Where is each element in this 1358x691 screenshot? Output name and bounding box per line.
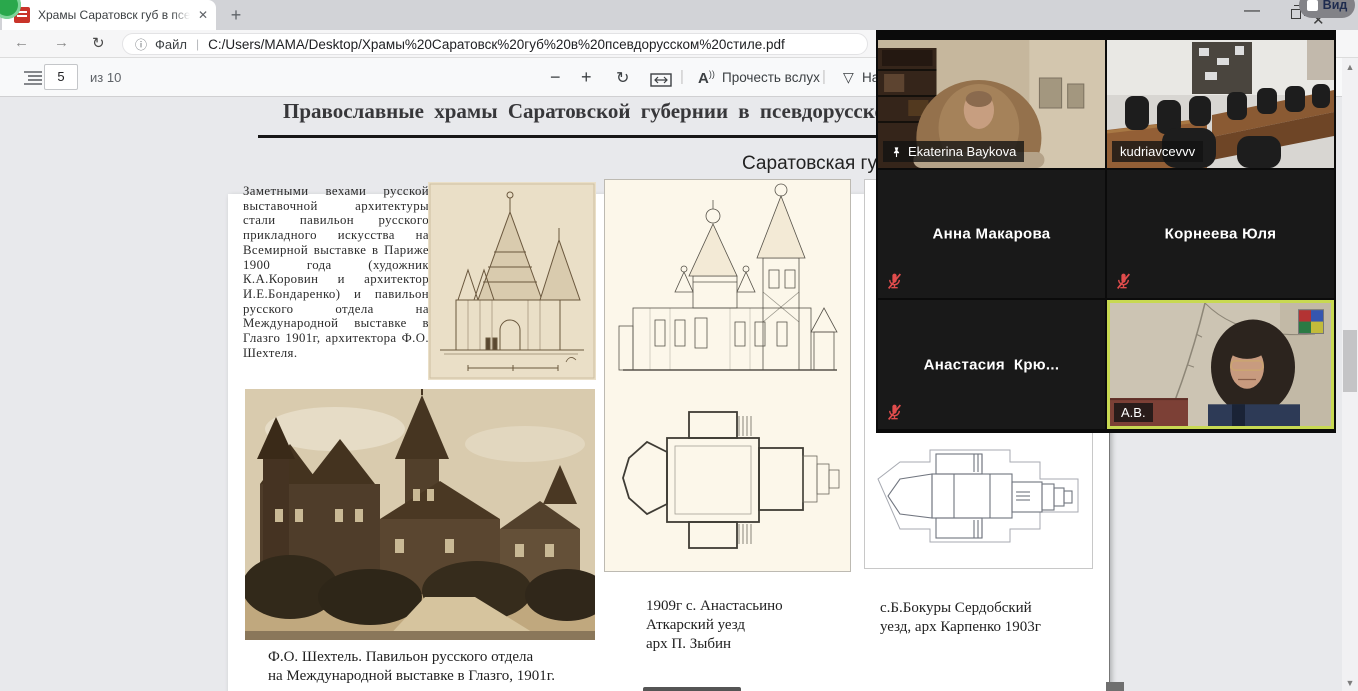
page-number-input[interactable]: 5 <box>44 64 78 90</box>
participant-name: Анастасия Крю... <box>924 356 1060 373</box>
draw-icon[interactable]: ▽ <box>843 69 854 86</box>
caption-line: на Международной выставке в Глазго, 1901… <box>268 667 555 686</box>
participant-tile-av-active-speaker[interactable]: А.В. <box>1107 300 1334 429</box>
address-separator: | <box>196 37 199 51</box>
participant-tile-kudriavcevvv[interactable]: kudriavcevvv <box>1107 40 1334 168</box>
view-layout-icon <box>1307 0 1318 11</box>
church-sketch-image <box>428 182 596 380</box>
forward-icon[interactable]: → <box>54 34 69 51</box>
reload-icon[interactable]: ↻ <box>92 34 105 52</box>
toolbar-divider: | <box>822 68 826 85</box>
pin-icon <box>891 146 902 158</box>
window-minimize-button[interactable]: — <box>1244 2 1260 20</box>
participant-name-plate: Ekaterina Baykova <box>883 141 1024 162</box>
participant-name: Корнеева Юля <box>1165 226 1277 243</box>
tab-title: Храмы Саратовск губ в псевдор <box>38 8 190 22</box>
participant-tile-ekaterina[interactable]: Ekaterina Baykova <box>878 40 1105 168</box>
caption-line: Аткарский уезд <box>646 616 783 635</box>
participant-tile-anastasia[interactable]: Анастасия Крю... <box>878 300 1105 429</box>
church-elevation-plan-image <box>604 179 851 572</box>
participant-name: А.В. <box>1121 405 1146 420</box>
scroll-up-icon[interactable]: ▲ <box>1342 62 1358 72</box>
region-heading: Саратовская губе <box>742 153 898 175</box>
fit-to-width-button[interactable] <box>650 71 672 92</box>
zoom-meeting-overlay: Ekaterina Baykova <box>876 30 1336 433</box>
vertical-scrollbar[interactable]: ▲ ▼ <box>1342 58 1358 691</box>
caption-line: с.Б.Бокуры Сердобский <box>880 599 1041 618</box>
participant-name-plate: kudriavcevvv <box>1112 141 1203 162</box>
tab-bar: Храмы Саратовск губ в псевдор ✕ + — <box>0 0 1358 30</box>
zoom-view-button[interactable]: Вид <box>1299 0 1355 18</box>
muted-mic-icon <box>886 273 903 290</box>
page-corner-shadow <box>1106 682 1124 691</box>
view-button-label: Вид <box>1323 0 1348 12</box>
scrollbar-thumb[interactable] <box>1343 330 1357 392</box>
participant-tile-anna[interactable]: Анна Макарова <box>878 170 1105 298</box>
browser-tab[interactable]: Храмы Саратовск губ в псевдор ✕ <box>2 0 216 30</box>
participant-name: kudriavcevvv <box>1120 144 1195 159</box>
pavilion-photo-image <box>245 389 595 640</box>
page-count-label: из 10 <box>90 70 121 85</box>
muted-mic-icon <box>886 404 903 421</box>
participant-name: Ekaterina Baykova <box>908 144 1016 159</box>
muted-mic-icon <box>1115 273 1132 290</box>
caption-line: 1909г с. Анастасьино <box>646 597 783 616</box>
caption-line: Ф.О. Шехтель. Павильон русского отдела <box>268 648 555 667</box>
table-of-contents-icon[interactable] <box>24 71 42 90</box>
zoom-out-button[interactable]: − <box>550 67 561 88</box>
address-scheme-label: Файл <box>155 37 187 52</box>
rotate-button[interactable]: ↻ <box>616 68 629 88</box>
scroll-down-icon[interactable]: ▼ <box>1342 678 1358 688</box>
info-icon: ⓘ <box>135 36 147 53</box>
middle-caption: 1909г с. Анастасьино Аткарский уезд арх … <box>646 597 783 654</box>
read-aloud-button[interactable]: Прочесть вслух <box>722 70 820 85</box>
participant-tile-korneeva[interactable]: Корнеева Юля <box>1107 170 1334 298</box>
caption-line: арх П. Зыбин <box>646 635 783 654</box>
toolbar-divider: | <box>680 68 684 85</box>
meeting-controls-peek[interactable] <box>643 687 741 691</box>
address-url: C:/Users/MAMA/Desktop/Храмы%20Саратовск%… <box>208 37 785 52</box>
new-tab-button[interactable]: + <box>224 3 248 27</box>
page-title: Православные храмы Саратовской губернии … <box>283 99 921 124</box>
zoom-in-button[interactable]: + <box>581 67 592 88</box>
read-aloud-icon[interactable]: A)) <box>698 69 715 87</box>
photo-caption: Ф.О. Шехтель. Павильон русского отдела н… <box>268 648 555 686</box>
right-caption: с.Б.Бокуры Сердобский уезд, арх Карпенко… <box>880 599 1041 637</box>
back-icon[interactable]: ← <box>14 34 29 51</box>
caption-line: уезд, арх Карпенко 1903г <box>880 618 1041 637</box>
address-field[interactable]: ⓘ Файл | C:/Users/MAMA/Desktop/Храмы%20С… <box>122 33 868 55</box>
participant-name: Анна Макарова <box>933 226 1051 243</box>
intro-paragraph: Заметными вехами русской выставочной арх… <box>243 184 429 360</box>
browser-window: Храмы Саратовск губ в псевдор ✕ + — ✕ ← … <box>0 0 1358 691</box>
tab-close-icon[interactable]: ✕ <box>195 7 211 23</box>
participant-name-plate: А.В. <box>1114 403 1153 422</box>
